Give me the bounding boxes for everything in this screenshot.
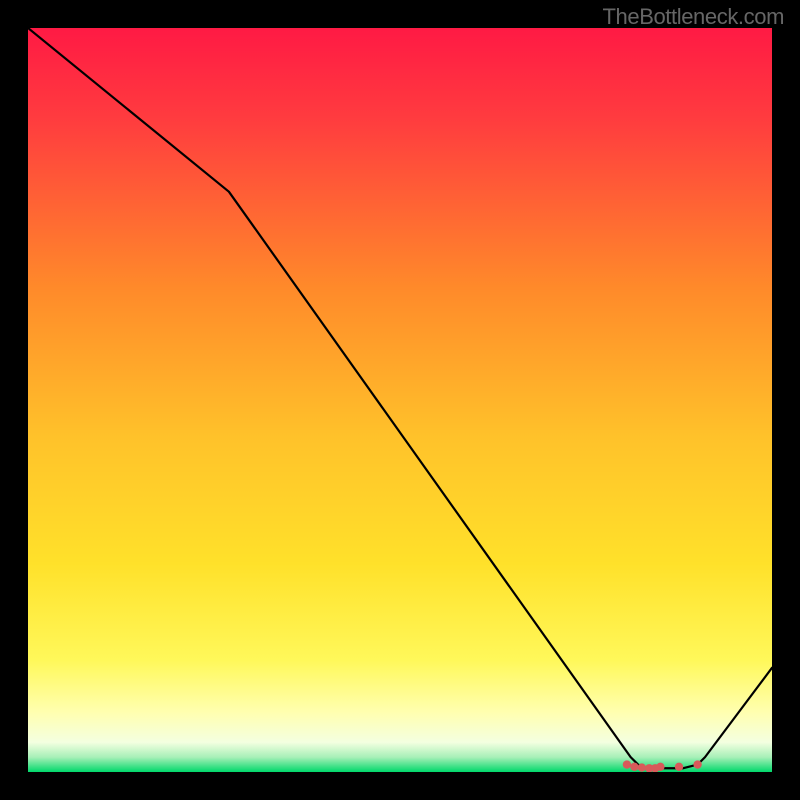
marker-dot	[675, 763, 683, 771]
marker-dot	[630, 763, 638, 771]
marker-dot	[693, 760, 701, 768]
marker-dot	[623, 760, 631, 768]
chart-root: TheBottleneck.com	[0, 0, 800, 800]
attribution-text: TheBottleneck.com	[602, 4, 784, 30]
plot-background	[28, 28, 772, 772]
marker-dot	[656, 763, 664, 771]
plot-area	[28, 28, 772, 772]
marker-dot	[638, 763, 646, 771]
plot-svg	[28, 28, 772, 772]
